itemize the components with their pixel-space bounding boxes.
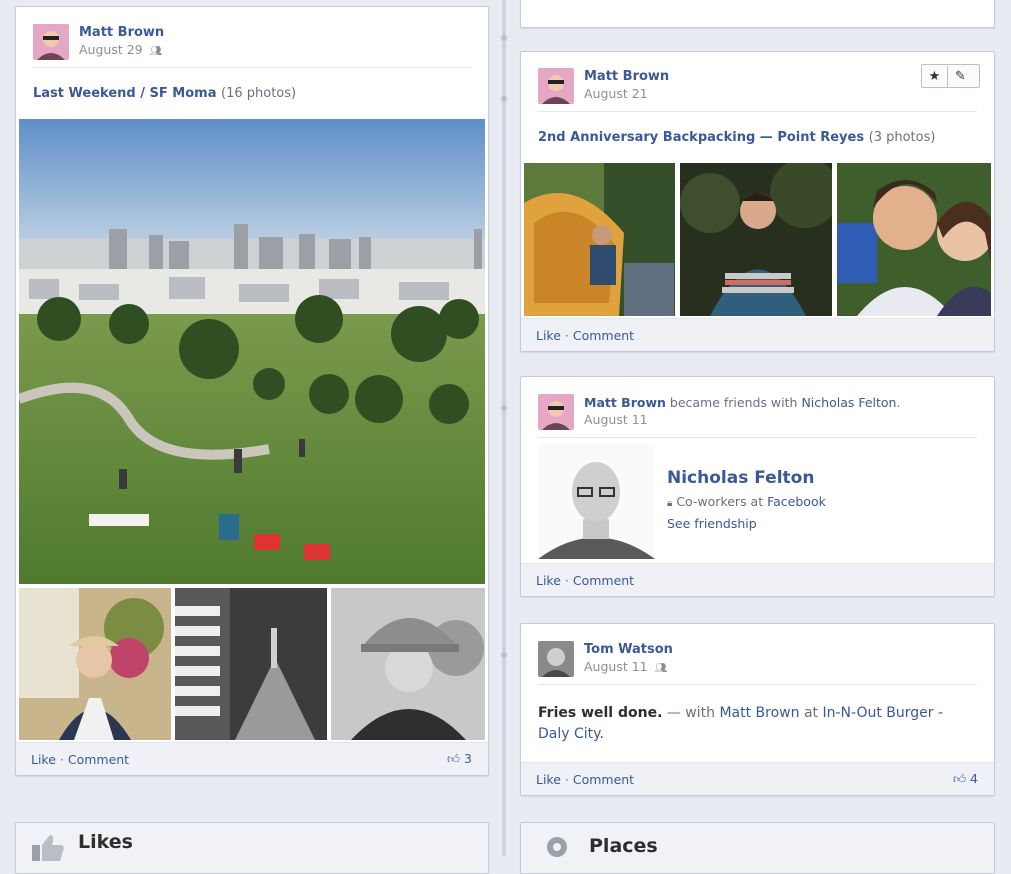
album-link[interactable]: Last Weekend / SF Moma (33, 86, 216, 101)
avatar[interactable] (538, 394, 574, 430)
post-date[interactable]: August 11 (584, 412, 648, 427)
comment-link[interactable]: Comment (573, 328, 634, 343)
post-date-text[interactable]: August 29 (79, 42, 143, 57)
divider (538, 111, 977, 112)
previous-post-card (520, 0, 995, 28)
timeline-dot (501, 35, 507, 41)
with-text: — with (666, 705, 716, 721)
post-date-text[interactable]: August 11 (584, 659, 648, 674)
map-pin-icon (545, 835, 569, 859)
comment-link[interactable]: Comment (68, 752, 129, 767)
divider (538, 684, 977, 685)
places-title[interactable]: Places (589, 835, 658, 857)
action-links: Like · Comment (31, 752, 129, 767)
friendship-verb: became friends with (669, 395, 798, 410)
author-name[interactable]: Matt Brown (584, 69, 669, 84)
album-photo-thumb[interactable] (175, 588, 327, 740)
album-title: Last Weekend / SF Moma (16 photos) (33, 86, 296, 101)
action-links: Like · Comment (536, 328, 634, 343)
likes-title[interactable]: Likes (78, 831, 133, 853)
thumbs-up-icon (30, 833, 66, 863)
divider (538, 437, 977, 438)
relation-link[interactable]: Facebook (767, 494, 826, 509)
tagged-friend-link[interactable]: Matt Brown (719, 705, 799, 721)
album-photo-main[interactable] (19, 119, 485, 584)
album-photo-thumb[interactable] (19, 588, 171, 740)
post-options: ★ ✎ (921, 64, 980, 88)
friend-photo[interactable] (538, 444, 655, 559)
like-link[interactable]: Like (536, 573, 561, 588)
friends-icon: 👥︎ (654, 663, 668, 674)
comment-link[interactable]: Comment (573, 772, 634, 787)
avatar[interactable] (538, 641, 574, 677)
places-section: Places (520, 822, 995, 874)
period: . (896, 395, 901, 410)
separator: · (560, 573, 573, 588)
album-count: (16 photos) (221, 86, 297, 101)
comment-link[interactable]: Comment (573, 573, 634, 588)
status-text: Fries well done. — with Matt Brown at In… (538, 703, 978, 745)
like-count[interactable]: 👍︎ 3 (447, 751, 472, 767)
period: . (599, 726, 604, 742)
album-photo-thumb[interactable] (837, 163, 991, 316)
friendship-headline: Matt Brown became friends with Nicholas … (584, 395, 900, 410)
avatar[interactable] (538, 68, 574, 104)
friend-relation: 🔒︎ Co-workers at Facebook (667, 494, 826, 509)
post-date[interactable]: August 21 (584, 86, 648, 101)
friend-link[interactable]: Nicholas Felton (801, 395, 896, 410)
separator: · (560, 328, 573, 343)
author-name[interactable]: Matt Brown (79, 25, 164, 40)
timeline-dot (501, 96, 507, 102)
status-message: Fries well done. (538, 705, 663, 721)
author-name[interactable]: Tom Watson (584, 642, 673, 657)
action-links: Like · Comment (536, 772, 634, 787)
album-link[interactable]: 2nd Anniversary Backpacking — Point Reye… (538, 130, 864, 145)
post-footer: Like · Comment (521, 318, 994, 351)
friend-name[interactable]: Nicholas Felton (667, 468, 814, 488)
like-link[interactable]: Like (536, 328, 561, 343)
like-count-value: 4 (970, 771, 978, 786)
lock-icon: 🔒︎ (667, 498, 673, 509)
like-link[interactable]: Like (31, 752, 56, 767)
relation-prefix: Co-workers at (676, 494, 764, 509)
thumbs-up-icon: 👍︎ (952, 771, 967, 786)
album-photo-thumb[interactable] (524, 163, 675, 316)
like-link[interactable]: Like (536, 772, 561, 787)
thumbs-up-icon: 👍︎ (446, 751, 461, 766)
pencil-icon[interactable]: ✎ (947, 66, 973, 88)
star-icon[interactable]: ★ (922, 66, 947, 88)
timeline-spine (502, 0, 506, 856)
action-links: Like · Comment (536, 573, 634, 588)
like-count-value: 3 (464, 751, 472, 766)
timeline-dot (501, 652, 507, 658)
timeline-dot (501, 405, 507, 411)
album-title: 2nd Anniversary Backpacking — Point Reye… (538, 130, 935, 145)
friendship-post: Matt Brown became friends with Nicholas … (520, 376, 995, 597)
separator: · (55, 752, 68, 767)
see-friendship-link[interactable]: See friendship (667, 516, 757, 531)
author-name[interactable]: Matt Brown (584, 395, 666, 410)
status-post: Tom Watson August 11 👥︎ Fries well done.… (520, 623, 995, 796)
like-count[interactable]: 👍︎ 4 (953, 771, 978, 787)
divider (33, 67, 471, 68)
at-text: at (803, 705, 819, 721)
right-photo-post: Matt Brown August 21 ★ ✎ 2nd Anniversary … (520, 51, 995, 352)
friends-icon: 👥︎ (149, 46, 163, 57)
post-footer: Like · Comment 👍︎ 4 (521, 762, 994, 795)
album-count: (3 photos) (868, 130, 936, 145)
likes-section: Likes (15, 822, 489, 874)
post-footer: Like · Comment (521, 563, 994, 596)
album-photo-thumb[interactable] (680, 163, 832, 316)
post-footer: Like · Comment 👍︎ 3 (16, 742, 488, 775)
album-photo-thumb[interactable] (331, 588, 485, 740)
post-date[interactable]: August 29 👥︎ (79, 42, 162, 57)
avatar[interactable] (33, 24, 69, 60)
left-photo-post: Matt Brown August 29 👥︎ Last Weekend / S… (15, 6, 489, 776)
post-date[interactable]: August 11 👥︎ (584, 659, 667, 674)
separator: · (560, 772, 573, 787)
